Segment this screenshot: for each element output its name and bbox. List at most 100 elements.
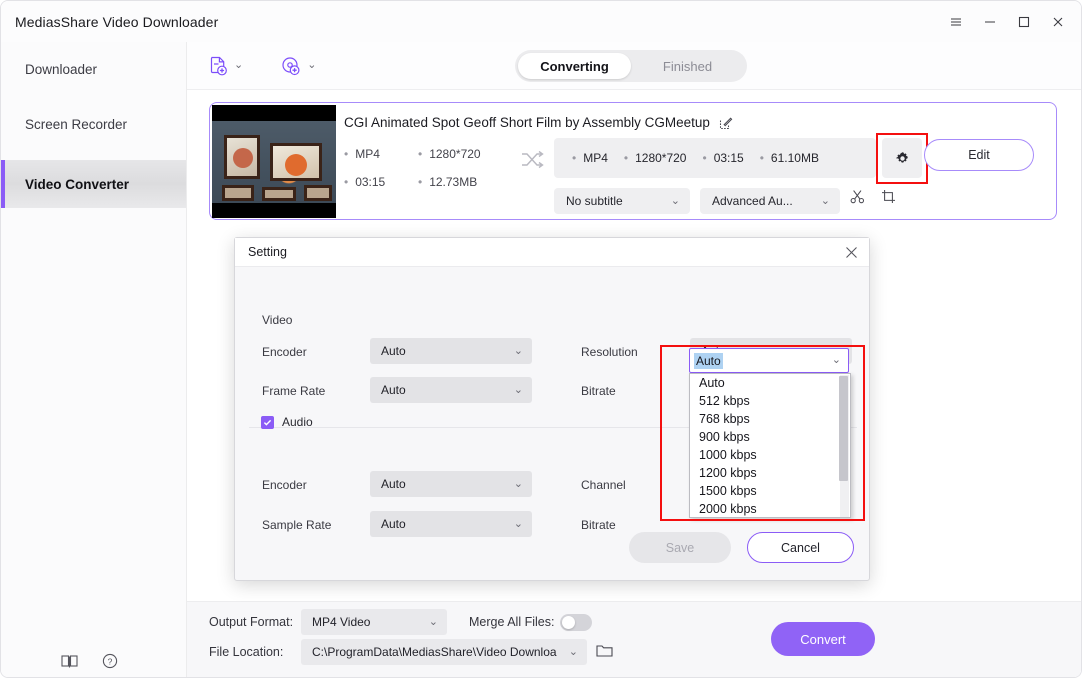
source-meta: MP4 1280*720 03:15 12.73MB: [344, 147, 504, 189]
video-encoder-select[interactable]: Auto ⌄: [370, 338, 532, 364]
chevron-down-icon: ⌄: [513, 383, 523, 396]
toggle-knob: [562, 616, 575, 629]
sidebar-item-screen-recorder[interactable]: Screen Recorder: [1, 100, 186, 148]
chevron-down-icon: ⌄: [670, 194, 680, 207]
task-title: CGI Animated Spot Geoff Short Film by As…: [344, 115, 710, 130]
tab-finished[interactable]: Finished: [631, 53, 744, 79]
folder-icon[interactable]: [596, 643, 613, 658]
sidebar-bottom-icons: ?: [1, 653, 187, 669]
sidebar-item-label: Video Converter: [25, 176, 130, 192]
source-resolution: 1280*720: [418, 147, 504, 161]
audio-sample-rate-label: Sample Rate: [262, 518, 332, 532]
file-location-value: C:\ProgramData\MediasShare\Video Downloa: [312, 645, 557, 659]
bitrate-selected-value: Auto: [694, 352, 723, 369]
output-format-label: Output Format:: [209, 615, 294, 629]
bitrate-option[interactable]: 1200 kbps: [690, 464, 850, 482]
file-location-select[interactable]: C:\ProgramData\MediasShare\Video Downloa…: [301, 639, 587, 665]
convert-button[interactable]: Convert: [771, 622, 875, 656]
close-icon[interactable]: [1041, 1, 1075, 42]
add-disc-icon[interactable]: [281, 56, 301, 76]
add-file-icon[interactable]: [209, 56, 228, 76]
bitrate-options-list[interactable]: Auto 512 kbps 768 kbps 900 kbps 1000 kbp…: [689, 373, 851, 518]
audio-checkbox-row[interactable]: Audio: [261, 415, 313, 429]
audio-sample-rate-value: Auto: [381, 517, 406, 531]
video-resolution-label: Resolution: [581, 345, 638, 359]
chevron-down-icon: ⌄: [820, 194, 830, 207]
audio-encoder-label: Encoder: [262, 478, 307, 492]
dropdown-scrollbar-thumb[interactable]: [839, 376, 848, 481]
file-location-label: File Location:: [209, 645, 284, 659]
dropdown-scrollbar-track[interactable]: [839, 375, 849, 517]
bitrate-option[interactable]: 1000 kbps: [690, 446, 850, 464]
scissors-icon[interactable]: [850, 189, 865, 204]
merge-all-files-toggle[interactable]: [560, 614, 592, 631]
output-size: 61.10MB: [760, 151, 819, 165]
chevron-down-icon: ⌄: [568, 645, 578, 658]
chevron-down-icon: ⌄: [513, 344, 523, 357]
bitrate-select[interactable]: Auto ⌄: [689, 348, 849, 373]
sidebar-item-video-converter[interactable]: Video Converter: [1, 160, 186, 208]
video-frame-rate-value: Auto: [381, 383, 406, 397]
add-file-group[interactable]: ⌄: [209, 56, 243, 76]
output-resolution: 1280*720: [624, 151, 686, 165]
app-window: MediasShare Video Downloader Downloader …: [0, 0, 1082, 678]
add-disc-group[interactable]: ⌄: [281, 56, 316, 76]
video-thumbnail[interactable]: [212, 105, 336, 218]
add-disc-chevron-down-icon[interactable]: ⌄: [307, 60, 316, 71]
maximize-icon[interactable]: [1007, 1, 1041, 42]
sidebar-item-label: Screen Recorder: [25, 116, 128, 132]
guide-book-icon[interactable]: [61, 654, 78, 669]
bitrate-option[interactable]: 900 kbps: [690, 428, 850, 446]
audio-bitrate-label: Bitrate: [581, 518, 616, 532]
dialog-header: Setting: [235, 238, 869, 267]
chevron-down-icon: ⌄: [513, 477, 523, 490]
audio-sample-rate-select[interactable]: Auto ⌄: [370, 511, 532, 537]
title-bar: MediasShare Video Downloader: [1, 1, 1081, 42]
source-format: MP4: [344, 147, 418, 161]
edit-pencil-icon[interactable]: [719, 116, 733, 130]
audio-encoder-value: Auto: [381, 477, 406, 491]
tab-converting[interactable]: Converting: [518, 53, 631, 79]
bitrate-option[interactable]: 2000 kbps: [690, 500, 850, 517]
bitrate-option[interactable]: Auto: [690, 374, 850, 392]
output-format-value: MP4 Video: [312, 615, 371, 629]
sidebar-item-downloader[interactable]: Downloader: [1, 45, 186, 93]
thumbnail-image: [212, 121, 336, 203]
video-frame-rate-select[interactable]: Auto ⌄: [370, 377, 532, 403]
dialog-title: Setting: [248, 245, 287, 259]
sidebar-item-label: Downloader: [25, 61, 98, 77]
subtitle-select[interactable]: No subtitle ⌄: [554, 188, 690, 214]
svg-text:?: ?: [108, 656, 113, 666]
toolbar: ⌄ ⌄ Converting Finished: [187, 42, 1081, 90]
audio-checkbox[interactable]: [261, 415, 274, 429]
video-frame-rate-label: Frame Rate: [262, 384, 326, 398]
subtitle-select-value: No subtitle: [566, 194, 623, 208]
menu-icon[interactable]: [939, 1, 973, 42]
minimize-icon[interactable]: [973, 1, 1007, 42]
audio-track-value: Advanced Au...: [712, 194, 793, 208]
video-encoder-label: Encoder: [262, 345, 307, 359]
task-card: CGI Animated Spot Geoff Short Film by As…: [209, 102, 1057, 220]
save-button[interactable]: Save: [629, 532, 731, 563]
add-file-chevron-down-icon[interactable]: ⌄: [234, 60, 243, 71]
help-circle-icon[interactable]: ?: [102, 653, 118, 669]
source-duration: 03:15: [344, 175, 418, 189]
shuffle-arrows-icon: [520, 149, 544, 171]
edit-button[interactable]: Edit: [924, 139, 1034, 171]
bitrate-option[interactable]: 1500 kbps: [690, 482, 850, 500]
audio-channel-label: Channel: [581, 478, 626, 492]
audio-track-select[interactable]: Advanced Au... ⌄: [700, 188, 840, 214]
dialog-close-icon[interactable]: [845, 246, 858, 259]
gear-highlight-box: [876, 133, 928, 184]
app-title: MediasShare Video Downloader: [15, 13, 219, 30]
status-tabs: Converting Finished: [515, 50, 747, 82]
clip-tools: [850, 189, 896, 204]
audio-encoder-select[interactable]: Auto ⌄: [370, 471, 532, 497]
crop-icon[interactable]: [881, 189, 896, 204]
output-format-select[interactable]: MP4 Video ⌄: [301, 609, 447, 635]
bitrate-option[interactable]: 512 kbps: [690, 392, 850, 410]
sidebar: Downloader Screen Recorder Video Convert…: [1, 42, 187, 677]
source-size: 12.73MB: [418, 175, 504, 189]
cancel-button[interactable]: Cancel: [747, 532, 854, 563]
bitrate-option[interactable]: 768 kbps: [690, 410, 850, 428]
